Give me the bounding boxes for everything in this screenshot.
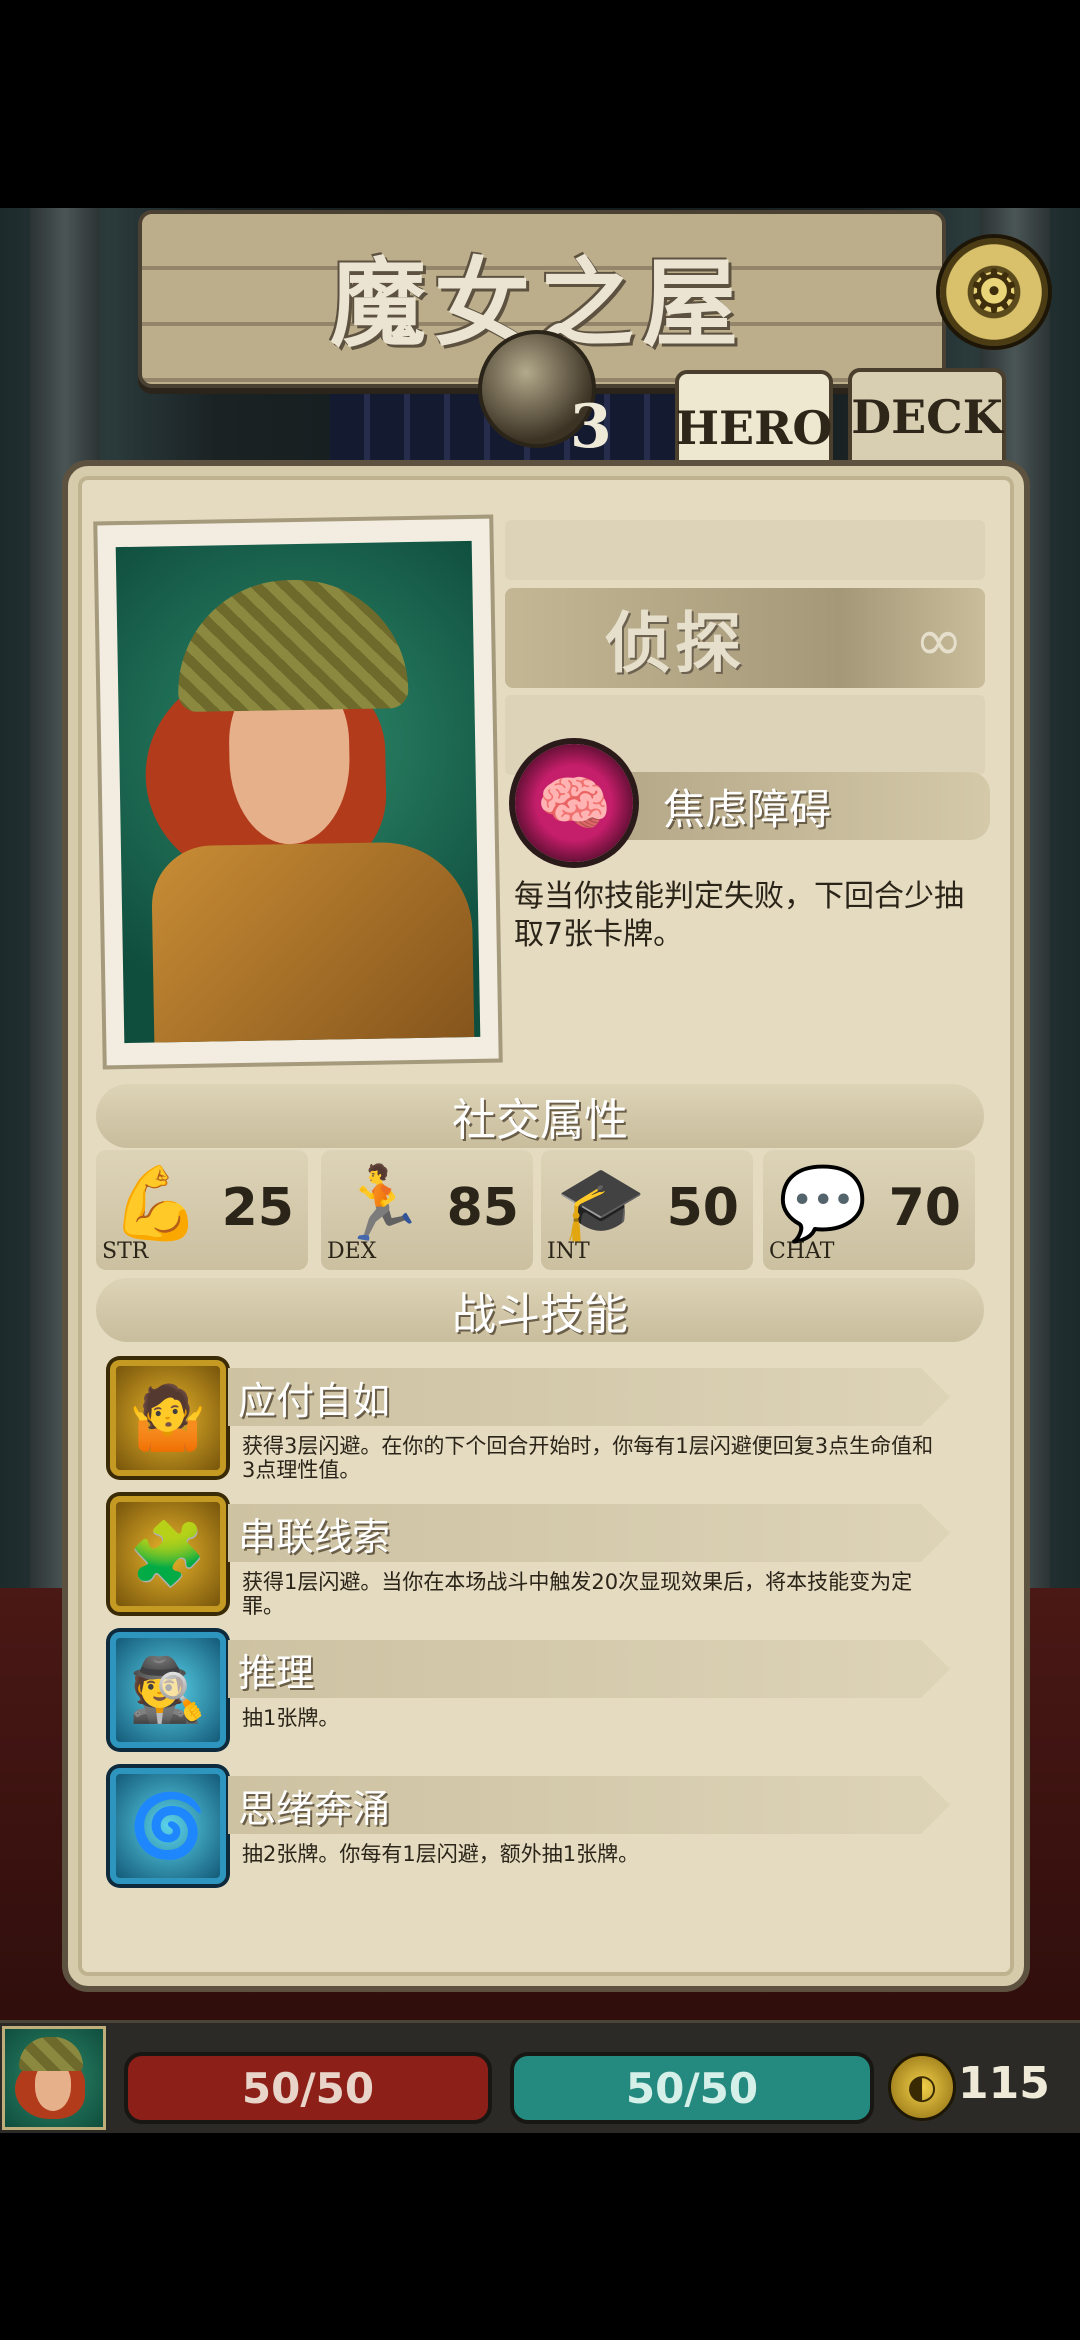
stat-str[interactable]: 💪 STR 25 xyxy=(96,1150,308,1270)
trait-description: 每当你技能判定失败，下回合少抽取7张卡牌。 xyxy=(514,879,964,952)
combat-section-header: 战斗技能 xyxy=(96,1278,984,1342)
tab-deck[interactable]: DECK xyxy=(848,368,1006,462)
class-panel-top xyxy=(505,520,985,580)
chat-icon: 💬 xyxy=(778,1161,868,1245)
hp-bar: 50/50 xyxy=(124,2052,492,2124)
stat-value: 50 xyxy=(666,1178,739,1238)
skill-name: 推理 xyxy=(228,1640,950,1698)
avatar[interactable] xyxy=(2,2026,106,2130)
hero-portrait xyxy=(97,518,499,1066)
portrait-coat xyxy=(150,840,476,1044)
stat-label: STR xyxy=(102,1239,149,1264)
stat-value: 85 xyxy=(446,1178,519,1238)
skill-item[interactable]: 🤷 应付自如 获得3层闪避。在你的下个回合开始时，你每有1层闪避便回复3点生命值… xyxy=(110,1360,960,1482)
stat-value: 70 xyxy=(888,1178,961,1238)
skill-description: 获得3层闪避。在你的下个回合开始时，你每有1层闪避便回复3点生命值和3点理性值。 xyxy=(242,1434,934,1482)
trait-name: 焦虑障碍 xyxy=(618,772,990,840)
skill-item[interactable]: 🧩 串联线索 获得1层闪避。当你在本场战斗中触发20次显现效果后，将本技能变为定… xyxy=(110,1496,960,1618)
stat-int[interactable]: 🎓 INT 50 xyxy=(541,1150,753,1270)
strength-icon: 💪 xyxy=(111,1161,201,1245)
detective-portrait-art xyxy=(115,540,481,1044)
thought-rush-icon: 🌀 xyxy=(110,1768,226,1884)
stat-chat[interactable]: 💬 CHAT 70 xyxy=(763,1150,975,1270)
sanity-bar: 50/50 xyxy=(510,2052,874,2124)
skill-name: 串联线索 xyxy=(228,1504,950,1562)
skill-item[interactable]: 🕵 推理 抽1张牌。 xyxy=(110,1632,960,1754)
stat-label: INT xyxy=(547,1239,590,1264)
class-name: 侦探 xyxy=(605,605,745,682)
gear-icon: ⚙ xyxy=(967,257,1021,327)
settings-button[interactable]: ⚙ xyxy=(940,238,1048,346)
detective-silhouette-icon: 🕵 xyxy=(110,1632,226,1748)
shrug-icon: 🤷 xyxy=(110,1360,226,1476)
hero-level: 3 xyxy=(570,392,612,462)
clue-board-icon: 🧩 xyxy=(110,1496,226,1612)
stat-label: DEX xyxy=(327,1239,377,1264)
class-banner: 侦探 ∞ xyxy=(505,588,985,688)
portrait-hat xyxy=(176,578,409,713)
dexterity-icon: 🏃 xyxy=(336,1161,426,1245)
skill-description: 抽2张牌。你每有1层闪避，额外抽1张牌。 xyxy=(242,1842,640,1866)
intelligence-icon: 🎓 xyxy=(556,1161,646,1245)
social-section-header: 社交属性 xyxy=(96,1084,984,1148)
gold-coin-icon: ◐ xyxy=(888,2053,956,2121)
swirl-ornament-icon: ∞ xyxy=(914,606,963,674)
stat-dex[interactable]: 🏃 DEX 85 xyxy=(321,1150,533,1270)
skill-item[interactable]: 🌀 思绪奔涌 抽2张牌。你每有1层闪避，额外抽1张牌。 xyxy=(110,1768,960,1890)
skill-name: 应付自如 xyxy=(228,1368,950,1426)
anxiety-brain-icon[interactable]: 🧠 xyxy=(515,744,633,862)
skill-description: 获得1层闪避。当你在本场战斗中触发20次显现效果后，将本技能变为定罪。 xyxy=(242,1570,913,1618)
stat-label: CHAT xyxy=(769,1239,835,1264)
gold-amount: 115 xyxy=(958,2058,1050,2109)
avatar-hat xyxy=(19,2037,83,2071)
skill-description: 抽1张牌。 xyxy=(242,1706,340,1730)
stat-value: 25 xyxy=(221,1178,294,1238)
skill-name: 思绪奔涌 xyxy=(228,1776,950,1834)
